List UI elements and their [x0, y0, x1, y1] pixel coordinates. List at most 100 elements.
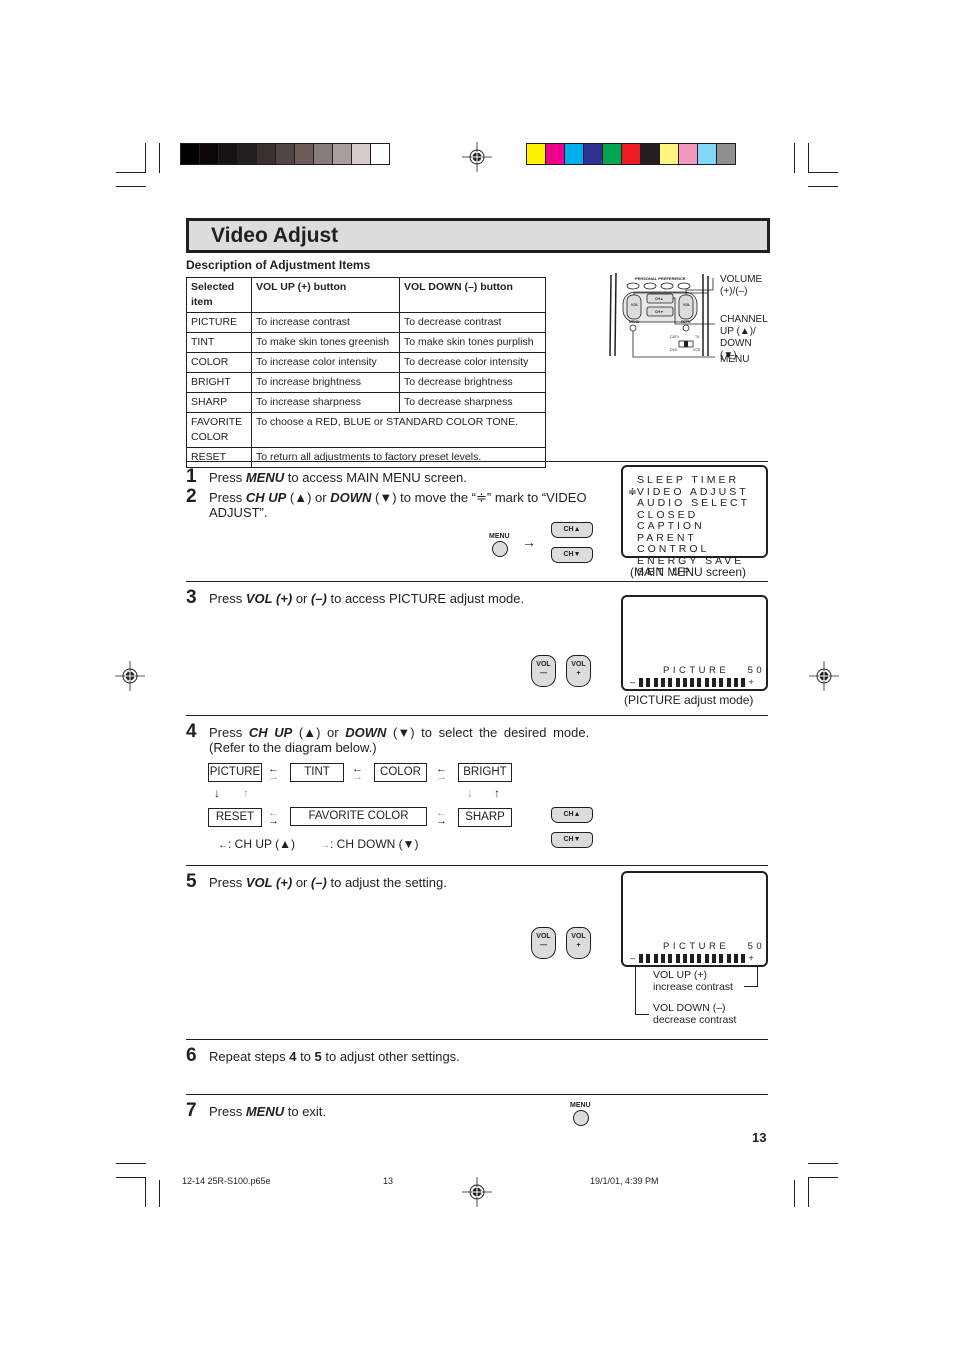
mode-box-bright: BRIGHT: [458, 763, 512, 782]
gray-swatch: [314, 144, 333, 164]
selection-marker-icon: ≑: [628, 485, 637, 498]
column-header: VOL UP (+) button: [251, 277, 400, 313]
arrow-left-icon: ←: [218, 840, 228, 851]
svg-text:VOL: VOL: [631, 303, 639, 307]
bidirectional-arrow-icon: ← →: [436, 763, 447, 783]
level-segment: [646, 677, 651, 687]
adjustment-table: Selected item VOL UP (+) button VOL DOWN…: [186, 277, 546, 468]
ch-down-button[interactable]: CH▼: [551, 547, 593, 563]
section-header: Video Adjust: [186, 218, 770, 253]
picture-adjust-screen: PICTURE 50 – +: [621, 595, 768, 691]
legend-ch-down: →: CH DOWN (▼): [320, 837, 419, 851]
color-swatch: [717, 144, 735, 164]
page-title: Video Adjust: [211, 224, 339, 247]
main-menu-screen: SLEEP TIMER ≑VIDEO ADJUST AUDIO SELECT CLOS…: [621, 465, 768, 578]
menu-button-label: MENU: [570, 1102, 591, 1109]
step-4-text: Press CH UP (▲) or DOWN (▼) to select th…: [209, 725, 590, 740]
level-segment: [660, 677, 665, 687]
item-cell: SHARP: [186, 392, 252, 413]
step-2-text: Press CH UP (▲) or DOWN (▼) to move the …: [209, 490, 587, 520]
legend-ch-up: ←: CH UP (▲): [218, 837, 295, 851]
vol-down-cell: To make skin tones purplish: [399, 332, 546, 353]
picture-level-bar: – +: [630, 953, 754, 963]
vol-down-cell: To decrease sharpness: [399, 392, 546, 413]
table-row: COLOR To increase color intensity To decre…: [186, 352, 546, 373]
color-swatch: [584, 144, 603, 164]
table-row: RESET To return all adjustments to factor…: [186, 447, 546, 468]
divider: [186, 715, 768, 716]
level-segment: [653, 677, 658, 687]
mode-box-tint: TINT: [290, 763, 344, 782]
svg-text:CH▼: CH▼: [655, 310, 664, 314]
step-number: 2: [186, 486, 197, 507]
level-segment: [733, 677, 738, 687]
vol-plus-button[interactable]: VOL +: [566, 655, 591, 687]
vol-down-cell: To decrease color intensity: [399, 352, 546, 373]
level-segment: [653, 953, 658, 963]
level-segment: [741, 677, 746, 687]
level-segment: [733, 953, 738, 963]
remote-control-illustration: PERSONAL PREFERENCE VOL VOL CH▲ CH▼ MENU…: [609, 272, 715, 358]
gray-swatch: [238, 144, 257, 164]
item-cell: FAVORITE COLOR: [186, 412, 252, 448]
svg-text:PERSONAL PREFERENCE: PERSONAL PREFERENCE: [635, 276, 686, 281]
divider: [186, 1094, 768, 1095]
ch-down-button[interactable]: CH▼: [551, 832, 593, 848]
bidirectional-arrow-icon: ← →: [268, 807, 279, 827]
bidirectional-arrow-icon: ← →: [436, 807, 447, 827]
callout-line: [744, 986, 758, 987]
color-swatch: [546, 144, 565, 164]
step-number: 4: [186, 721, 197, 742]
minus-sign: –: [630, 677, 636, 687]
menu-callout: MENU: [720, 354, 750, 365]
level-segment: [682, 677, 687, 687]
table-row: FAVORITE COLOR To choose a RED, BLUE or S…: [186, 412, 546, 448]
step-6-text: Repeat steps 4 to 5 to adjust other sett…: [209, 1049, 460, 1064]
footer-date: 19/1/01, 4:39 PM: [590, 1176, 659, 1186]
table-row: TINT To make skin tones greenish To make s…: [186, 332, 546, 353]
callout-line: [635, 965, 636, 1015]
callout-line: [757, 965, 758, 987]
step-4-note: (Refer to the diagram below.): [209, 740, 377, 755]
level-segment: [704, 677, 709, 687]
gray-swatch: [352, 144, 371, 164]
level-segment: [719, 953, 724, 963]
arrow-down-icon: ↓: [467, 786, 473, 800]
picture-level-bar: – +: [630, 677, 754, 687]
level-segment: [668, 953, 673, 963]
gray-swatch: [257, 144, 276, 164]
color-swatch: [622, 144, 641, 164]
step-1-text: Press MENU to access MAIN MENU screen.: [209, 470, 467, 485]
arrow-up-icon: ↑: [494, 786, 500, 800]
vol-minus-button[interactable]: VOL —: [531, 655, 556, 687]
step-7-text: Press MENU to exit.: [209, 1104, 327, 1119]
table-row: SHARP To increase sharpness To decrease sh…: [186, 392, 546, 413]
table-row: BRIGHT To increase brightness To decrease …: [186, 372, 546, 393]
vol-plus-button[interactable]: VOL +: [566, 927, 591, 959]
item-cell: PICTURE: [186, 312, 252, 333]
svg-text:VOL: VOL: [683, 303, 691, 307]
gray-swatch: [371, 144, 389, 164]
key-label: MENU: [245, 470, 285, 485]
vol-minus-button[interactable]: VOL —: [531, 927, 556, 959]
gray-swatch: [181, 144, 200, 164]
mode-box-reset: RESET: [208, 808, 262, 827]
ch-up-button[interactable]: CH▲: [551, 522, 593, 538]
vol-up-callout: VOL UP (+) increase contrast: [653, 969, 733, 993]
color-swatch: [679, 144, 698, 164]
ch-up-button[interactable]: CH▲: [551, 807, 593, 823]
menu-button[interactable]: [573, 1110, 589, 1126]
vol-up-cell: To increase brightness: [251, 372, 400, 393]
level-segment: [690, 953, 695, 963]
bidirectional-arrow-icon: ← →: [352, 763, 363, 783]
arrow-right-icon: →: [320, 840, 330, 851]
color-swatch: [603, 144, 622, 164]
plus-sign: +: [748, 953, 754, 963]
level-segment: [639, 953, 644, 963]
menu-button[interactable]: [492, 541, 508, 557]
level-segment: [741, 953, 746, 963]
color-swatch: [641, 144, 660, 164]
svg-text:TV: TV: [695, 335, 700, 339]
main-menu-caption: (MAIN MENU screen): [630, 565, 747, 579]
color-swatch: [698, 144, 717, 164]
